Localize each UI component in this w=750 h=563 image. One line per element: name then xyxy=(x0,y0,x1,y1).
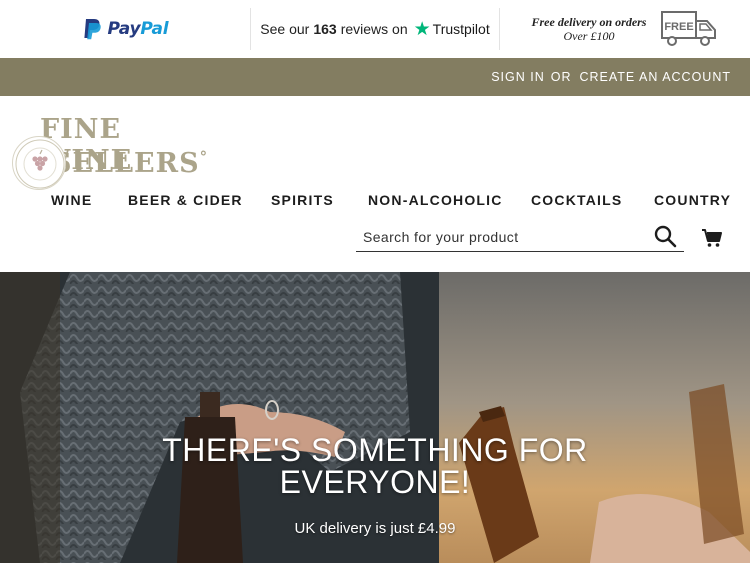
review-count: 163 xyxy=(313,21,337,37)
delivery-line1: Free delivery on orders xyxy=(531,15,647,29)
logo-text-line2: SELLERS° xyxy=(52,148,209,179)
free-delivery-badge: Free delivery on orders Over £100 FREE xyxy=(500,0,750,58)
nav-item-spirits[interactable]: SPIRITS xyxy=(271,192,334,208)
account-or-text: OR xyxy=(550,70,572,84)
trustpilot-brand: Trustpilot xyxy=(432,21,490,37)
paypal-badge: PayPal xyxy=(0,0,250,58)
cart-icon[interactable] xyxy=(701,228,723,248)
search-bar xyxy=(356,224,684,252)
trust-bar: PayPal See our 163 reviews on ★ Trustpil… xyxy=(0,0,750,58)
hero-title-line2: EVERYONE! xyxy=(279,464,471,500)
main-navigation: WINE BEER & CIDER SPIRITS NON-ALCOHOLIC … xyxy=(0,192,750,214)
search-icon[interactable] xyxy=(653,224,677,248)
create-account-link[interactable]: CREATE AN ACCOUNT xyxy=(579,70,731,84)
nav-item-cocktails[interactable]: COCKTAILS xyxy=(531,192,622,208)
nav-item-country[interactable]: COUNTRY xyxy=(654,192,731,208)
logo-seal-icon xyxy=(12,136,66,190)
hero-subtitle: UK delivery is just £4.99 xyxy=(294,520,456,537)
trustpilot-suffix: reviews on xyxy=(340,21,408,37)
hero-title: THERE'S SOMETHING FOR EVERYONE! xyxy=(0,434,750,498)
paypal-wordmark: PayPal xyxy=(107,19,169,39)
truck-free-label: FREE xyxy=(665,21,694,33)
site-logo[interactable]: FINE WINE SELLERS° xyxy=(12,114,212,190)
trustpilot-star-icon: ★ xyxy=(413,18,431,40)
sign-in-link[interactable]: SIGN IN xyxy=(491,70,545,84)
hero-title-line1: THERE'S SOMETHING FOR xyxy=(162,432,588,468)
trustpilot-reviews-link[interactable]: See our 163 reviews on ★ Trustpilot xyxy=(250,8,500,50)
search-input[interactable] xyxy=(363,227,643,247)
account-bar: SIGN IN OR CREATE AN ACCOUNT xyxy=(0,58,750,96)
delivery-text: Free delivery on orders Over £100 xyxy=(532,15,647,43)
nav-item-beer-cider[interactable]: BEER & CIDER xyxy=(128,192,243,208)
paypal-icon xyxy=(83,19,101,40)
nav-item-wine[interactable]: WINE xyxy=(51,192,92,208)
delivery-truck-icon: FREE xyxy=(661,11,717,46)
nav-item-non-alcoholic[interactable]: NON-ALCOHOLIC xyxy=(368,192,503,208)
trustpilot-prefix: See our xyxy=(260,21,310,37)
delivery-line2: Over £100 xyxy=(563,29,615,43)
